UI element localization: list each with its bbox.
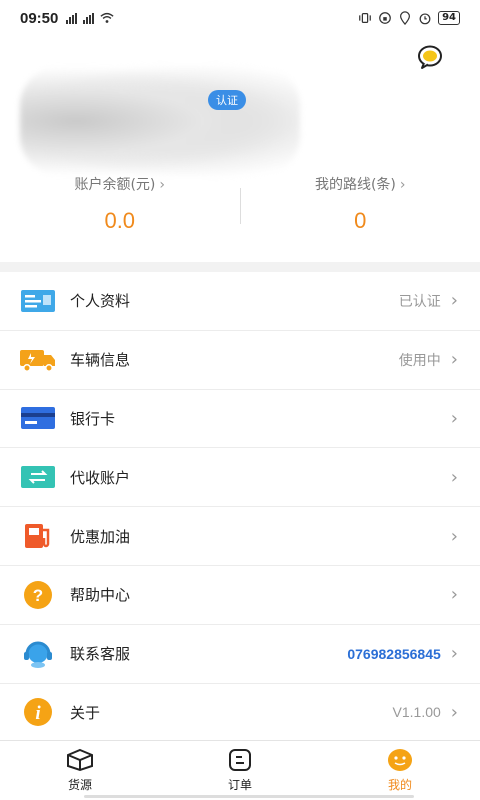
tab-orders[interactable]: 订单 [160, 741, 320, 800]
help-icon: ? [20, 580, 56, 609]
vibrate-icon [359, 13, 371, 23]
menu-value: 使用中 [398, 352, 441, 369]
signal-icon [66, 12, 78, 24]
info-icon: i [20, 698, 56, 727]
lock-rotation-icon [379, 12, 391, 24]
transfer-icon [20, 464, 56, 490]
menu-label: 优惠加油 [70, 527, 131, 546]
stat-value: 0 [354, 208, 367, 233]
location-icon [400, 11, 411, 25]
menu-label: 代收账户 [70, 468, 131, 487]
menu-item-bank-card[interactable]: 银行卡 › [0, 390, 480, 449]
chevron-right-icon: › [399, 177, 406, 193]
signal-icon [83, 12, 95, 24]
alarm-icon [419, 13, 431, 25]
chevron-right-icon: › [450, 466, 458, 488]
menu-item-vehicle[interactable]: 车辆信息 使用中 › [0, 331, 480, 390]
profile-face-icon [388, 749, 412, 771]
chevron-right-icon: › [159, 177, 166, 193]
bank-card-icon [20, 405, 56, 431]
stat-label: 账户余额(元) [74, 177, 156, 193]
menu-value: 已认证 [398, 293, 441, 310]
stats-row: 账户余额(元) › 0.0 我的路线(条) › 0 [0, 174, 480, 244]
stat-routes[interactable]: 我的路线(条) › 0 [241, 174, 480, 244]
phone-number-link[interactable]: 07698285684­5 [347, 646, 440, 662]
tab-mine[interactable]: 我的 [320, 741, 480, 800]
chevron-right-icon: › [450, 290, 458, 312]
menu-label: 帮助中心 [70, 586, 131, 605]
stat-value: 0.0 [104, 208, 136, 233]
status-time: 09:50 [20, 9, 59, 27]
svg-text:i: i [35, 703, 41, 724]
menu-item-fuel-discount[interactable]: 优惠加油 › [0, 507, 480, 566]
avatar[interactable] [20, 66, 300, 176]
menu-value: V1.1.00 [392, 704, 441, 721]
truck-icon [20, 347, 56, 373]
gesture-bar [84, 795, 414, 798]
cube-icon [67, 748, 93, 772]
status-right-icons: 94 [358, 11, 460, 25]
section-divider [0, 262, 480, 272]
status-bar: 09:50 94 [0, 0, 480, 36]
bottom-tab-bar: 货源 订单 我的 [0, 740, 480, 800]
battery-indicator: 94 [438, 11, 460, 25]
menu-item-profile[interactable]: 个人资料 已认证 › [0, 272, 480, 331]
profile-header: 认证 账户余额(元) › 0.0 我的路线(条) › 0 [0, 36, 480, 262]
stat-label: 我的路线(条) [314, 177, 396, 193]
menu-item-help-center[interactable]: ? 帮助中心 › [0, 566, 480, 625]
chevron-right-icon: › [450, 584, 458, 606]
chevron-right-icon: › [450, 349, 458, 371]
chevron-right-icon: › [450, 643, 458, 665]
tab-label: 我的 [387, 778, 412, 792]
headset-icon [20, 641, 56, 668]
menu-label: 关于 [70, 703, 101, 722]
menu-list: 个人资料 已认证 › 车辆信息 使用中 › 银行卡 › 代收账户 › 优惠加油 … [0, 272, 480, 743]
svg-text:?: ? [33, 586, 43, 605]
chevron-right-icon: › [450, 525, 458, 547]
menu-item-about[interactable]: i 关于 V1.1.00 › [0, 684, 480, 743]
chevron-right-icon: › [450, 407, 458, 429]
message-icon[interactable] [416, 44, 444, 70]
verify-badge: 认证 [208, 90, 246, 110]
fuel-pump-icon [20, 523, 56, 549]
menu-label: 联系客服 [70, 645, 131, 664]
menu-item-collection-account[interactable]: 代收账户 › [0, 448, 480, 508]
menu-label: 个人资料 [70, 292, 131, 311]
stat-balance[interactable]: 账户余额(元) › 0.0 [0, 174, 240, 244]
menu-label: 车辆信息 [70, 351, 131, 370]
tab-cargo[interactable]: 货源 [0, 741, 160, 800]
chevron-right-icon: › [450, 701, 458, 723]
status-left-icons [66, 11, 114, 25]
tab-label: 货源 [67, 778, 92, 792]
tab-label: 订单 [227, 778, 252, 792]
order-icon [229, 749, 251, 771]
wifi-icon [100, 12, 114, 23]
menu-label: 银行卡 [70, 409, 116, 428]
id-card-icon [20, 288, 56, 314]
menu-item-customer-service[interactable]: 联系客服 07698285684­5 › [0, 625, 480, 684]
